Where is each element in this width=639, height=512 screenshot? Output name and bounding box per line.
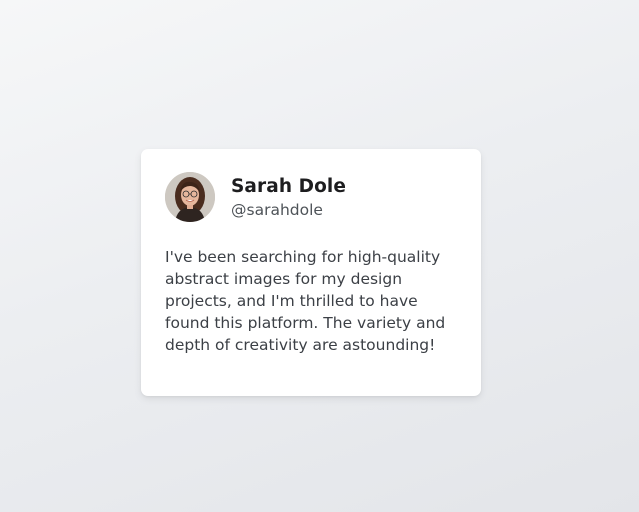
author-avatar <box>165 172 215 222</box>
author-handle: @sarahdole <box>231 201 323 219</box>
author-name: Sarah Dole <box>231 176 346 197</box>
user-photo-avatar-icon <box>165 172 215 222</box>
testimonial-card: Sarah Dole @sarahdole I've been searchin… <box>141 149 481 396</box>
author-header: Sarah Dole @sarahdole <box>165 172 457 222</box>
author-identity: Sarah Dole @sarahdole <box>231 173 346 221</box>
testimonial-text: I've been searching for high-quality abs… <box>165 248 446 354</box>
